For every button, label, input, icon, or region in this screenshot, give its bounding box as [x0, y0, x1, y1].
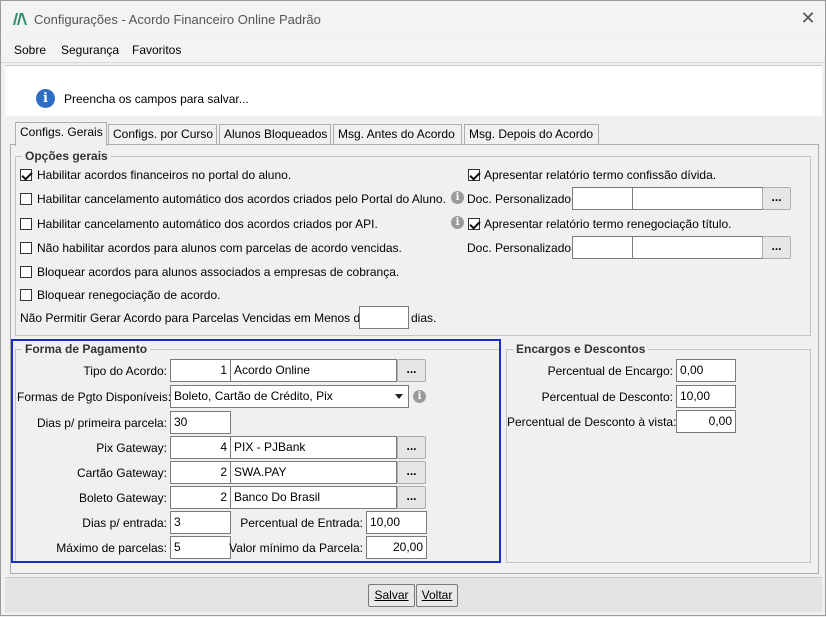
doc-personalizado-name-2[interactable] [632, 236, 763, 259]
dias-primeira-parcela-input[interactable]: 30 [170, 411, 231, 434]
forma-pagamento-title: Forma de Pagamento [22, 342, 151, 356]
content-layer: Habilitar acordos financeiros no portal … [1, 1, 826, 617]
help-info-icon[interactable]: i [451, 216, 464, 229]
chk-nao-habilitar-vencidas-label: Não habilitar acordos para alunos com pa… [37, 241, 402, 255]
chk-bloquear-renegociacao[interactable] [20, 289, 32, 301]
formas-pgto-value: Boleto, Cartão de Crédito, Pix [174, 389, 333, 403]
cartao-gateway-code-input[interactable]: 2 [170, 461, 231, 484]
help-info-icon[interactable]: i [451, 191, 464, 204]
formas-pgto-select[interactable]: Boleto, Cartão de Crédito, Pix [170, 385, 409, 408]
formas-pgto-label: Formas de Pgto Disponíveis: [17, 390, 172, 404]
chk-habilitar-acordos-portal[interactable] [20, 169, 32, 181]
pix-gateway-search-button[interactable]: ... [397, 436, 426, 459]
doc-personalizado-label-1: Doc. Personalizado: [467, 192, 575, 206]
maximo-parcelas-input[interactable]: 5 [170, 536, 231, 559]
dias-suffix-label: dias. [411, 311, 437, 325]
chevron-down-icon [395, 394, 403, 399]
chk-cancelamento-portal[interactable] [20, 193, 32, 205]
pix-gateway-name-input[interactable]: PIX - PJBank [230, 436, 397, 459]
boleto-gateway-code-input[interactable]: 2 [170, 486, 231, 509]
chk-cancelamento-portal-label: Habilitar cancelamento automático dos ac… [37, 192, 446, 206]
tipo-acordo-search-button[interactable]: ... [397, 359, 426, 382]
maximo-parcelas-label: Máximo de parcelas: [56, 541, 167, 555]
chk-bloquear-renegociacao-label: Bloquear renegociação de acordo. [37, 288, 221, 302]
pix-gateway-code-input[interactable]: 4 [170, 436, 231, 459]
percentual-entrada-input[interactable]: 10,00 [366, 511, 427, 534]
boleto-gateway-label: Boleto Gateway: [78, 491, 167, 505]
dias-entrada-input[interactable]: 3 [170, 511, 231, 534]
percentual-entrada-label: Percentual de Entrada: [240, 516, 363, 530]
chk-relatorio-confissao[interactable] [468, 169, 480, 181]
boleto-gateway-name-input[interactable]: Banco Do Brasil [230, 486, 397, 509]
percentual-encargo-label: Percentual de Encargo: [547, 364, 673, 378]
doc-personalizado-code-1[interactable] [572, 187, 633, 210]
boleto-gateway-search-button[interactable]: ... [397, 486, 426, 509]
doc-personalizado-code-2[interactable] [572, 236, 633, 259]
dias-vencidas-input[interactable] [359, 306, 409, 329]
chk-habilitar-acordos-portal-label: Habilitar acordos financeiros no portal … [37, 168, 292, 182]
percentual-encargo-input[interactable]: 0,00 [676, 359, 736, 382]
encargos-descontos-title: Encargos e Descontos [513, 342, 649, 356]
chk-cancelamento-api-label: Habilitar cancelamento automático dos ac… [37, 217, 378, 231]
cartao-gateway-label: Cartão Gateway: [76, 466, 167, 480]
dias-primeira-parcela-label: Dias p/ primeira parcela: [36, 416, 167, 430]
percentual-desconto-input[interactable]: 10,00 [676, 385, 736, 408]
encargos-descontos-group: Encargos e Descontos [506, 342, 811, 563]
doc-personalizado-name-1[interactable] [632, 187, 763, 210]
valor-minimo-parcela-input[interactable]: 20,00 [366, 536, 427, 559]
tipo-acordo-name-input[interactable]: Acordo Online [230, 359, 397, 382]
chk-relatorio-confissao-label: Apresentar relatório termo confissão dív… [484, 168, 717, 182]
chk-relatorio-renegociacao-label: Apresentar relatório termo renegociação … [484, 217, 732, 231]
app-window: Configurações - Acordo Financeiro Online… [0, 0, 826, 616]
percentual-desconto-vista-input[interactable]: 0,00 [676, 410, 736, 433]
doc-personalizado-search-button-1[interactable]: ... [762, 187, 791, 210]
chk-bloquear-empresas-cobranca[interactable] [20, 266, 32, 278]
doc-personalizado-label-2: Doc. Personalizado: [467, 241, 575, 255]
pix-gateway-label: Pix Gateway: [96, 441, 167, 455]
chk-cancelamento-api[interactable] [20, 218, 32, 230]
dias-entrada-label: Dias p/ entrada: [82, 516, 167, 530]
tipo-acordo-code-input[interactable]: 1 [170, 359, 231, 382]
chk-nao-habilitar-vencidas[interactable] [20, 242, 32, 254]
valor-minimo-parcela-label: Valor mínimo da Parcela: [229, 541, 363, 555]
percentual-desconto-label: Percentual de Desconto: [541, 390, 673, 404]
doc-personalizado-search-button-2[interactable]: ... [762, 236, 791, 259]
dias-vencidas-label: Não Permitir Gerar Acordo para Parcelas … [20, 311, 367, 325]
chk-bloquear-empresas-cobranca-label: Bloquear acordos para alunos associados … [37, 265, 400, 279]
percentual-desconto-vista-label: Percentual de Desconto à vista: [507, 415, 677, 429]
tipo-acordo-label: Tipo do Acordo: [83, 364, 167, 378]
cartao-gateway-name-input[interactable]: SWA.PAY [230, 461, 397, 484]
chk-relatorio-renegociacao[interactable] [468, 218, 480, 230]
cartao-gateway-search-button[interactable]: ... [397, 461, 426, 484]
help-info-icon[interactable]: i [413, 390, 426, 403]
